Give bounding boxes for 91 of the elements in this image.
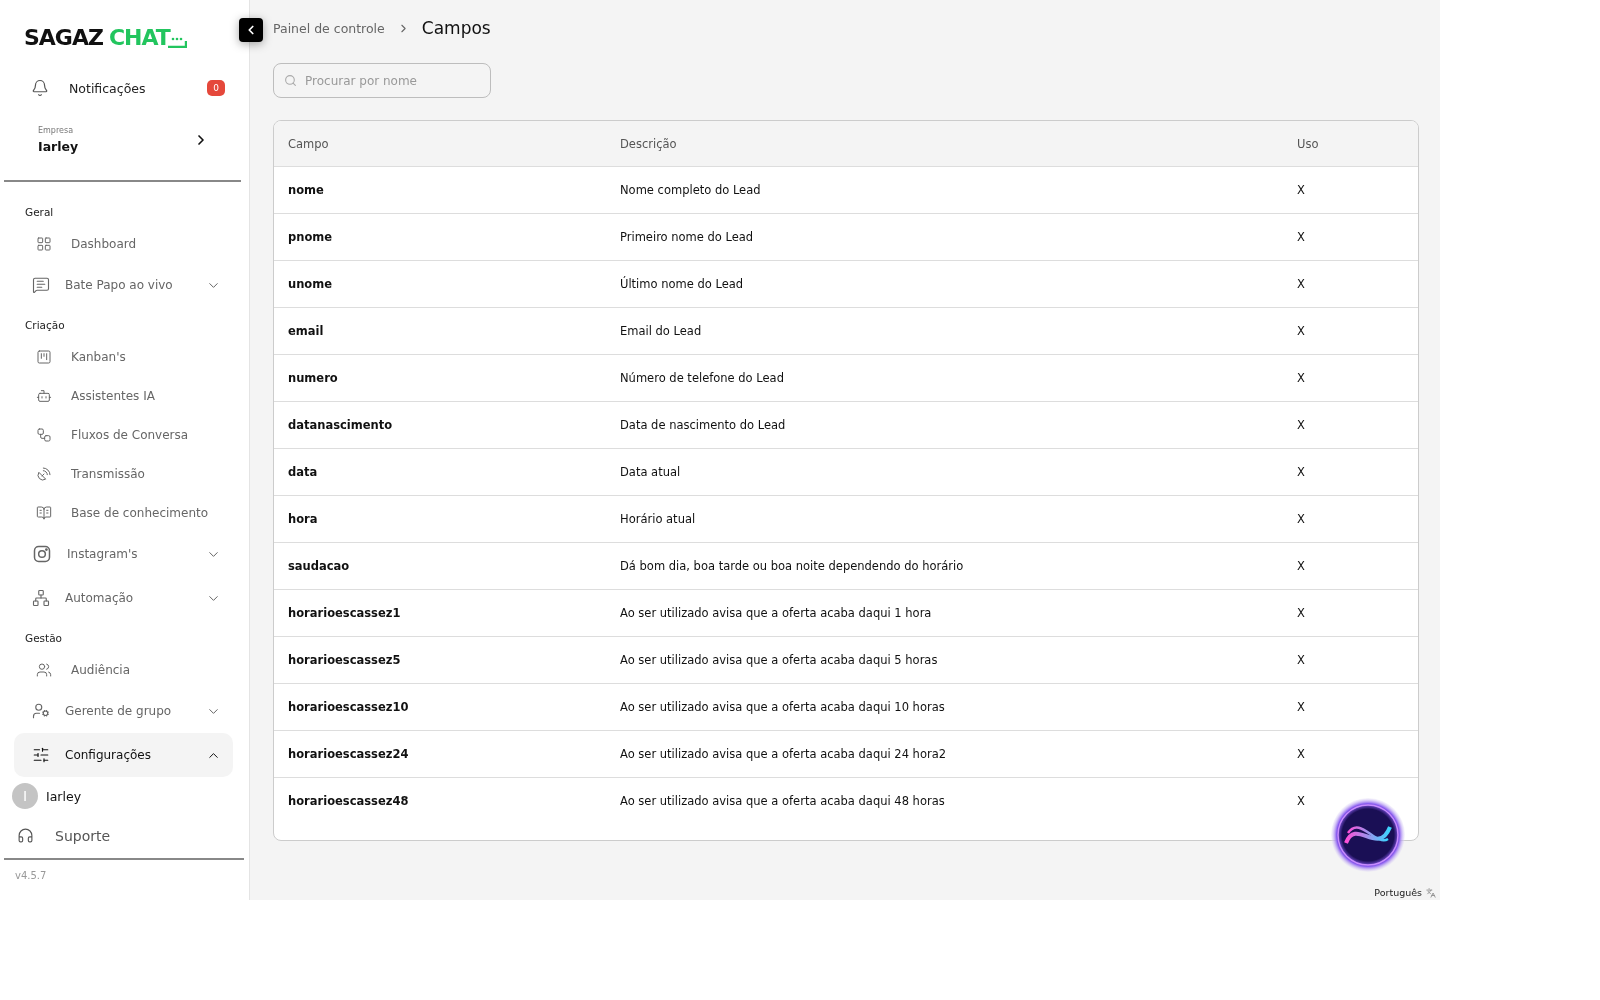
user-name: Iarley bbox=[46, 788, 82, 804]
table-cell-text: Ao ser utilizado avisa que a oferta acaba daqui 48 horas bbox=[619, 793, 946, 810]
section-title: Criação bbox=[25, 319, 66, 331]
table-cell: horarioescassez24 bbox=[274, 731, 606, 778]
table-cell: X bbox=[1283, 496, 1418, 543]
sidebar-item[interactable]: Dashboard bbox=[14, 224, 233, 263]
section-title: Geral bbox=[25, 206, 55, 218]
table-cell: Primeiro nome do Lead bbox=[606, 214, 1283, 261]
sliders-icon bbox=[32, 746, 50, 764]
table-cell: horarioescassez10 bbox=[274, 684, 606, 731]
section-title: Gestão bbox=[25, 632, 64, 644]
table-cell: X bbox=[1283, 308, 1418, 355]
sidebar-item[interactable]: Fluxos de Conversa bbox=[14, 415, 233, 454]
column-header: Descrição bbox=[606, 121, 1283, 167]
robot-icon bbox=[36, 387, 52, 404]
notifications-label: Notificações bbox=[69, 80, 147, 96]
table-cell-text: horarioescassez48 bbox=[287, 793, 410, 810]
table-cell: Nome completo do Lead bbox=[606, 167, 1283, 214]
flow-icon bbox=[36, 426, 52, 443]
book-icon bbox=[36, 504, 52, 521]
table-cell: hora bbox=[274, 496, 606, 543]
table-cell: numero bbox=[274, 355, 606, 402]
sidebar-item[interactable]: Bate Papo ao vivo bbox=[14, 263, 233, 307]
table-cell: Dá bom dia, boa tarde ou boa noite dependendo do horário bbox=[606, 543, 1283, 590]
search-field[interactable]: Procurar por nome bbox=[273, 63, 491, 98]
table-cell: horarioescassez5 bbox=[274, 637, 606, 684]
translate-icon bbox=[1426, 887, 1436, 898]
table-cell: saudacao bbox=[274, 543, 606, 590]
sidebar-item[interactable]: Transmissão bbox=[14, 454, 233, 493]
table-cell: Data atual bbox=[606, 449, 1283, 496]
table-cell: email bbox=[274, 308, 606, 355]
version-label: v4.5.7 bbox=[15, 870, 48, 881]
table-cell: X bbox=[1283, 402, 1418, 449]
sidebar-item[interactable]: Audiência bbox=[14, 650, 233, 689]
table-cell: X bbox=[1283, 731, 1418, 778]
assistant-orb-button[interactable] bbox=[1330, 797, 1406, 873]
network-icon bbox=[32, 589, 50, 607]
sidebar-item[interactable]: Automação bbox=[14, 576, 233, 620]
user-gear-icon bbox=[32, 702, 50, 720]
sidebar-item[interactable]: Base de conhecimento bbox=[14, 493, 233, 532]
table-cell: Horário atual bbox=[606, 496, 1283, 543]
headset-icon bbox=[17, 827, 34, 844]
table-cell: pnome bbox=[274, 214, 606, 261]
table-cell: X bbox=[1283, 637, 1418, 684]
column-header: Campo bbox=[274, 121, 606, 167]
table-cell-text: X bbox=[1296, 793, 1306, 810]
table-cell: nome bbox=[274, 167, 606, 214]
message-icon bbox=[32, 276, 50, 294]
table-cell: Número de telefone do Lead bbox=[606, 355, 1283, 402]
table-cell: horarioescassez1 bbox=[274, 590, 606, 637]
table-cell: Ao ser utilizado avisa que a oferta acaba daqui 24 hora2 bbox=[606, 731, 1283, 778]
table-cell: X bbox=[1283, 684, 1418, 731]
collapse-sidebar-button[interactable] bbox=[239, 18, 263, 42]
page-title: Campos bbox=[421, 18, 491, 38]
instagram-icon bbox=[32, 544, 52, 564]
language-selector[interactable]: Português bbox=[1374, 887, 1436, 898]
table-cell: Ao ser utilizado avisa que a oferta acaba daqui 1 hora bbox=[606, 590, 1283, 637]
notification-count: 0 bbox=[207, 80, 225, 96]
table-cell: data bbox=[274, 449, 606, 496]
search-icon bbox=[284, 74, 297, 87]
table-cell: unome bbox=[274, 261, 606, 308]
table-cell: X bbox=[1283, 355, 1418, 402]
breadcrumb-link[interactable]: Painel de controle bbox=[273, 20, 385, 36]
table-cell: Ao ser utilizado avisa que a oferta acaba daqui 10 horas bbox=[606, 684, 1283, 731]
notifications-item[interactable]: Notificações 0 bbox=[31, 74, 225, 102]
bell-icon bbox=[31, 79, 49, 97]
company-name: Iarley bbox=[38, 139, 80, 154]
company-selector[interactable]: Empresa Iarley bbox=[38, 126, 209, 154]
sidebar-item[interactable]: Gerente de grupo bbox=[14, 689, 233, 733]
sidebar-item[interactable]: Configurações bbox=[14, 733, 233, 777]
support-item[interactable]: Suporte bbox=[0, 809, 249, 844]
table-cell: datanascimento bbox=[274, 402, 606, 449]
table-cell: X bbox=[1283, 449, 1418, 496]
table-cell: Ao ser utilizado avisa que a oferta acaba daqui 5 horas bbox=[606, 637, 1283, 684]
table-cell: X bbox=[1283, 214, 1418, 261]
satellite-dish-icon bbox=[36, 465, 52, 482]
sidebar-item[interactable]: Assistentes IA bbox=[14, 376, 233, 415]
company-caption: Empresa bbox=[38, 126, 75, 135]
sidebar-item[interactable]: Instagram's bbox=[14, 532, 233, 576]
table-cell: Último nome do Lead bbox=[606, 261, 1283, 308]
grid-icon bbox=[36, 235, 52, 252]
table-cell: X bbox=[1283, 543, 1418, 590]
table-cell: X bbox=[1283, 167, 1418, 214]
table-cell: Data de nascimento do Lead bbox=[606, 402, 1283, 449]
table-cell: X bbox=[1283, 590, 1418, 637]
table-cell: X bbox=[1283, 261, 1418, 308]
table-cell: Email do Lead bbox=[606, 308, 1283, 355]
users-icon bbox=[36, 661, 52, 678]
column-header: Uso bbox=[1283, 121, 1418, 167]
sidebar-item[interactable]: Kanban's bbox=[14, 337, 233, 376]
kanban-icon bbox=[36, 348, 52, 365]
